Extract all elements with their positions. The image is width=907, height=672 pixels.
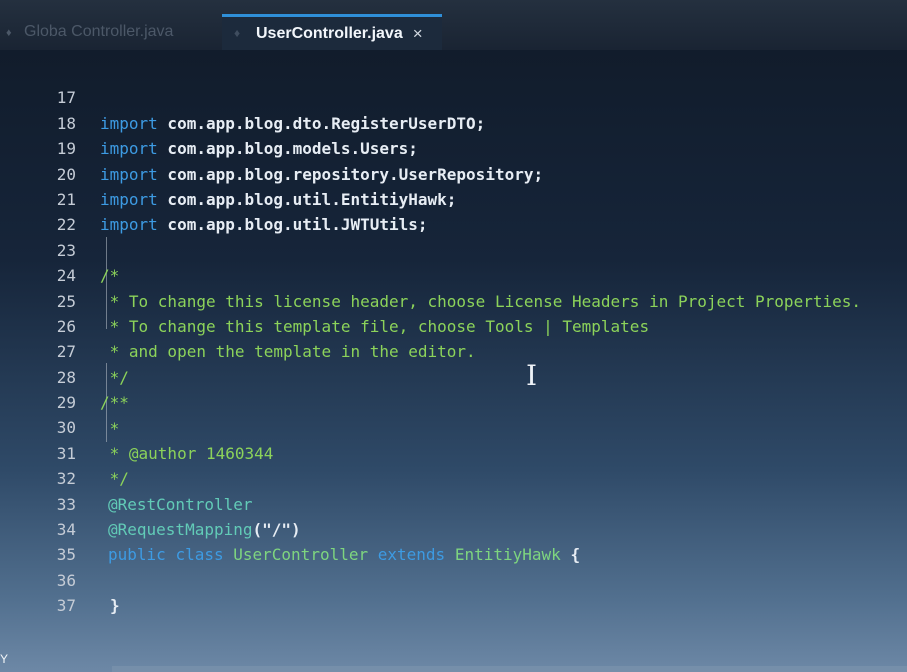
tab-label: UserController.java xyxy=(256,24,403,42)
line-number: 37 xyxy=(56,596,76,616)
code-line: 20 import com.app.blog.util.EntitiyHawk; xyxy=(0,136,907,209)
code-line: 24 * To change this license header, choo… xyxy=(0,238,907,310)
code-line: 37 xyxy=(0,568,907,615)
brace: } xyxy=(110,596,120,616)
code-line: 26 * and open the template in the editor… xyxy=(0,289,907,361)
tab-global-controller[interactable]: ♦ Globa Controller.java xyxy=(0,14,200,50)
code-line: 31 */ xyxy=(0,415,907,488)
code-line: 25 * To change this template file, choos… xyxy=(0,263,907,336)
code-line: 34 public class UserController extends E… xyxy=(0,492,907,564)
code-line: 33 @RequestMapping("/") xyxy=(0,466,907,539)
pin-icon: ♦ xyxy=(234,26,241,40)
corner-mark: Y xyxy=(0,652,9,666)
code-line: 19 import com.app.blog.repository.UserRe… xyxy=(0,111,907,183)
code-line: 23 /* xyxy=(0,212,907,285)
close-icon[interactable]: × xyxy=(413,24,423,44)
code-line: 22 xyxy=(0,187,907,234)
code-area[interactable]: 17 import com.app.blog.dto.RegisterUserD… xyxy=(0,60,907,615)
text-cursor-icon: I xyxy=(526,359,538,392)
tab-bar: ♦ Globa Controller.java ♦ UserController… xyxy=(0,0,907,50)
code-line: 32 @RestController xyxy=(0,441,907,513)
code-line: 30 * @author 1460344 xyxy=(0,390,907,462)
code-line: 29 * xyxy=(0,365,907,437)
code-line: 18 import com.app.blog.models.Users; xyxy=(0,85,907,158)
code-line: 21 import com.app.blog.util.JWTUtils; xyxy=(0,162,907,234)
code-line: 36 } xyxy=(0,542,907,615)
tab-label: Globa Controller.java xyxy=(24,23,174,40)
code-line: 28 /** xyxy=(0,339,907,412)
code-line: 17 import com.app.blog.dto.RegisterUserD… xyxy=(0,60,907,132)
java-file-icon: ♦ xyxy=(6,27,12,39)
code-line: 35 xyxy=(0,517,907,564)
code-editor[interactable]: ♦ Globa Controller.java ♦ UserController… xyxy=(0,0,907,672)
tab-user-controller[interactable]: ♦ UserController.java × xyxy=(222,14,442,50)
code-line: 27 */ xyxy=(0,314,907,386)
horizontal-scrollbar[interactable] xyxy=(112,666,907,672)
